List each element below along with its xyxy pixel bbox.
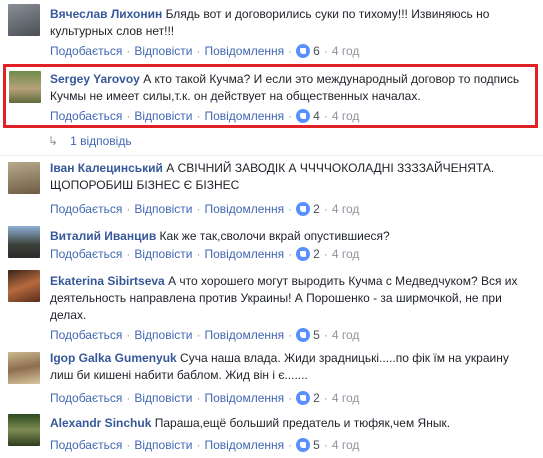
comment-author[interactable]: Igop Galka Gumenyuk xyxy=(50,351,177,365)
like-count[interactable]: 5 xyxy=(313,328,320,342)
like-icon xyxy=(296,247,311,261)
divider xyxy=(0,155,543,156)
comment-author[interactable]: Ekaterina Sibirtseva xyxy=(50,274,165,288)
like-count[interactable]: 5 xyxy=(313,438,320,452)
message-link[interactable]: Повідомлення xyxy=(204,438,284,452)
comment: Alexandr Sinchuk Параша,ещё больший пред… xyxy=(0,412,543,458)
timestamp[interactable]: 4 год xyxy=(332,247,360,261)
like-link[interactable]: Подобається xyxy=(50,438,122,452)
message-link[interactable]: Повідомлення xyxy=(204,44,284,58)
reply-arrow-icon: ↳ xyxy=(48,134,59,148)
reply-link[interactable]: Відповісти xyxy=(134,391,192,405)
like-link[interactable]: Подобається xyxy=(50,391,122,405)
reply-link[interactable]: Відповісти xyxy=(134,109,192,123)
like-count[interactable]: 4 xyxy=(313,109,320,123)
like-link[interactable]: Подобається xyxy=(50,202,122,216)
message-link[interactable]: Повідомлення xyxy=(204,247,284,261)
replies-count[interactable]: 1 відповідь xyxy=(70,134,132,148)
like-count[interactable]: 6 xyxy=(313,44,320,58)
comment-author[interactable]: Sergey Yarovoy xyxy=(50,72,140,86)
comment-text: Параша,ещё больший предатель и тюфяк,чем… xyxy=(154,416,451,430)
reply-link[interactable]: Відповісти xyxy=(134,202,192,216)
like-icon xyxy=(296,109,311,123)
comment-author[interactable]: Вячеслав Лихонин xyxy=(50,7,162,21)
like-icon xyxy=(296,328,311,342)
view-replies-link[interactable]: ↳ 1 відповідь xyxy=(48,133,132,149)
message-link[interactable]: Повідомлення xyxy=(204,328,284,342)
like-count[interactable]: 2 xyxy=(313,247,320,261)
comment: Ekaterina Sibirtseva А что хорошего могу… xyxy=(0,268,543,346)
timestamp[interactable]: 4 год xyxy=(332,391,360,405)
like-icon xyxy=(296,438,311,452)
comment: Sergey Yarovoy А кто такой Кучма? И если… xyxy=(0,64,543,128)
avatar[interactable] xyxy=(9,71,41,103)
timestamp[interactable]: 4 год xyxy=(332,438,360,452)
comment-author[interactable]: Виталий Иванцив xyxy=(50,229,156,243)
timestamp[interactable]: 4 год xyxy=(332,202,360,216)
avatar[interactable] xyxy=(8,226,40,258)
like-link[interactable]: Подобається xyxy=(50,247,122,261)
reply-link[interactable]: Відповісти xyxy=(134,438,192,452)
reply-link[interactable]: Відповісти xyxy=(134,247,192,261)
comment-author[interactable]: Alexandr Sinchuk xyxy=(50,416,151,430)
like-icon xyxy=(296,44,311,58)
avatar[interactable] xyxy=(8,352,40,384)
avatar[interactable] xyxy=(8,270,40,302)
comment-text: Как же так,сволочи вкрай опустившиеся? xyxy=(159,229,390,243)
comment: Іван Калецинський А СВІЧНИЙ ЗАВОДІК А ЧЧ… xyxy=(0,160,543,220)
avatar[interactable] xyxy=(8,162,40,194)
comment-author[interactable]: Іван Калецинський xyxy=(50,161,163,175)
timestamp[interactable]: 4 год xyxy=(332,109,360,123)
comment: Igop Galka Gumenyuk Суча наша влада. Жид… xyxy=(0,350,543,408)
message-link[interactable]: Повідомлення xyxy=(204,202,284,216)
comment: Виталий Иванцив Как же так,сволочи вкрай… xyxy=(0,224,543,264)
reply-link[interactable]: Відповісти xyxy=(134,328,192,342)
like-count[interactable]: 2 xyxy=(313,202,320,216)
avatar[interactable] xyxy=(8,4,40,36)
like-icon xyxy=(296,391,311,405)
message-link[interactable]: Повідомлення xyxy=(204,391,284,405)
like-link[interactable]: Подобається xyxy=(50,328,122,342)
reply-link[interactable]: Відповісти xyxy=(134,44,192,58)
like-link[interactable]: Подобається xyxy=(50,109,122,123)
like-count[interactable]: 2 xyxy=(313,391,320,405)
like-link[interactable]: Подобається xyxy=(50,44,122,58)
message-link[interactable]: Повідомлення xyxy=(204,109,284,123)
comment: Вячеслав Лихонин Блядь вот и договорилис… xyxy=(0,0,543,62)
like-icon xyxy=(296,202,311,216)
timestamp[interactable]: 4 год xyxy=(332,44,360,58)
avatar[interactable] xyxy=(8,414,40,446)
timestamp[interactable]: 4 год xyxy=(332,328,360,342)
